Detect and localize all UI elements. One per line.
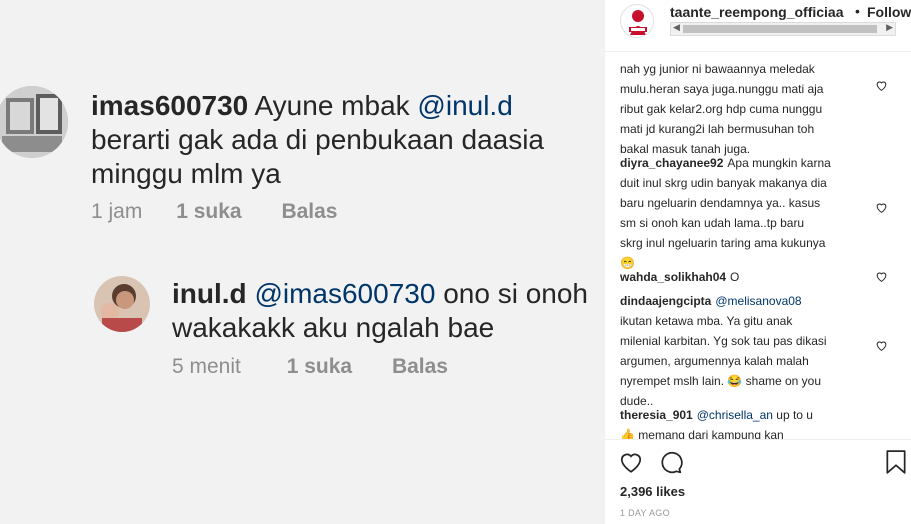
- heart-icon[interactable]: [875, 270, 888, 283]
- comment-username[interactable]: inul.d: [172, 278, 247, 309]
- reply-button[interactable]: Balas: [281, 200, 337, 223]
- mention-link[interactable]: @melisanova08: [715, 294, 801, 308]
- comment-text-line: wakakakk aku ngalah bae: [172, 312, 495, 343]
- reply-button[interactable]: Balas: [392, 355, 448, 378]
- scrollbar-thumb[interactable]: [683, 25, 877, 33]
- scroll-left-icon[interactable]: ◀: [673, 22, 680, 33]
- comment-icon[interactable]: [657, 449, 683, 475]
- heart-icon[interactable]: [875, 339, 888, 352]
- avatar: [0, 86, 68, 158]
- comment-text-line: minggu mlm ya: [91, 158, 281, 189]
- comment-username[interactable]: imas600730: [91, 90, 248, 121]
- comment-username[interactable]: theresia_901: [620, 408, 693, 422]
- comment-meta: 5 menit 1 suka Balas: [172, 355, 448, 379]
- comment-meta: 1 jam 1 suka Balas: [91, 200, 337, 224]
- following-button[interactable]: Following: [867, 4, 911, 20]
- profile-username[interactable]: taante_reempong_officiaa: [670, 4, 844, 20]
- comment-time: 5 menit: [172, 355, 241, 378]
- profile-avatar[interactable]: [620, 4, 654, 38]
- post-actions: 2,396 likes 1 DAY AGO: [605, 439, 911, 524]
- comment-text-line: imas600730 Ayune mbak @inul.d: [91, 90, 513, 121]
- heart-icon[interactable]: [875, 79, 888, 92]
- list-item: diyra_chayanee92 Apa mungkin karna duit i…: [620, 156, 831, 270]
- comment-text-line: berarti gak ada di penbukaan daasia: [91, 124, 545, 155]
- comment-username[interactable]: dindaajengcipta: [620, 294, 711, 308]
- mention-link[interactable]: @chrisella_an: [697, 408, 773, 422]
- comment-text-line: inul.d @imas600730 ono si onoh: [172, 278, 588, 309]
- comment-username[interactable]: wahda_solikhah04: [620, 270, 726, 284]
- post-header: taante_reempong_officiaa • Following ◀ ▶: [605, 0, 911, 52]
- post-panel: taante_reempong_officiaa • Following ◀ ▶…: [604, 0, 911, 524]
- list-item: theresia_901 @chrisella_an up to u 👍 mema…: [620, 408, 813, 439]
- post-photo: imas600730 Ayune mbak @inul.d berarti ga…: [0, 0, 604, 524]
- comment-username[interactable]: diyra_chayanee92: [620, 156, 723, 170]
- heart-icon[interactable]: [875, 201, 888, 214]
- list-item: nah yg junior ni bawaannya meledak mulu.…: [620, 62, 824, 156]
- like-heart-icon[interactable]: [618, 449, 644, 475]
- comment-time: 1 jam: [91, 200, 143, 223]
- mention-link[interactable]: @imas600730: [254, 278, 435, 309]
- comment-likes[interactable]: 1 suka: [287, 355, 352, 378]
- comments-list: nah yg junior ni bawaannya meledak mulu.…: [605, 53, 911, 439]
- post-timestamp: 1 DAY AGO: [620, 508, 670, 518]
- likes-count[interactable]: 2,396 likes: [620, 484, 685, 499]
- list-item: dindaajengcipta @melisanova08 ikutan keta…: [620, 294, 827, 408]
- avatar: [94, 276, 150, 332]
- comment-likes[interactable]: 1 suka: [176, 200, 241, 223]
- scroll-right-icon[interactable]: ▶: [886, 22, 893, 33]
- bookmark-icon[interactable]: [885, 449, 907, 475]
- mention-link[interactable]: @inul.d: [417, 90, 512, 121]
- list-item: wahda_solikhah04 O: [620, 270, 740, 284]
- horizontal-scrollbar[interactable]: ◀ ▶: [670, 22, 896, 36]
- header-separator: •: [855, 3, 860, 19]
